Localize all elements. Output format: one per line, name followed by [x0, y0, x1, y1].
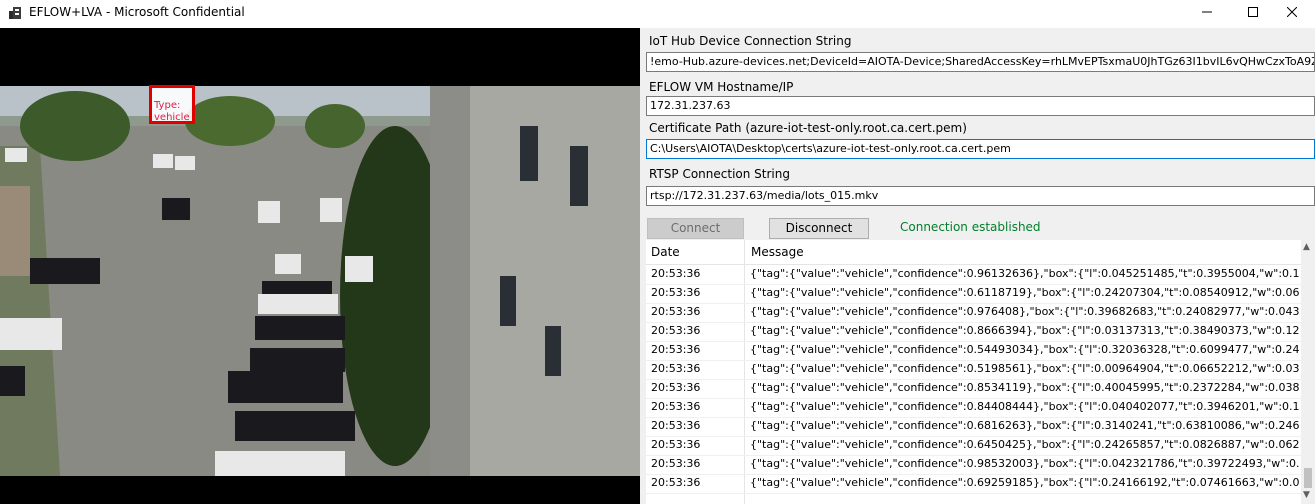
connection-status: Connection established: [900, 220, 1041, 234]
rtsp-connection-label: RTSP Connection String: [649, 167, 790, 181]
minimize-icon: [1202, 11, 1212, 13]
close-button[interactable]: [1269, 0, 1315, 24]
row-date: 20:53:36: [651, 343, 701, 356]
table-row[interactable]: 20:53:36 {"tag":{"value":"vehicle","confi…: [646, 379, 1301, 399]
table-row[interactable]: 20:53:36 {"tag":{"value":"vehicle","confi…: [646, 436, 1301, 456]
close-icon: [1287, 7, 1297, 17]
table-row[interactable]: 20:53:36 {"tag":{"value":"vehicle","confi…: [646, 398, 1301, 418]
minimize-button[interactable]: [1184, 0, 1230, 24]
rtsp-connection-input[interactable]: rtsp://172.31.237.63/media/lots_015.mkv: [646, 186, 1315, 206]
row-message: {"tag":{"value":"vehicle","confidence":0…: [750, 438, 1300, 451]
maximize-icon: [1248, 7, 1258, 17]
hostname-input[interactable]: 172.31.237.63: [646, 96, 1315, 116]
table-row[interactable]: 20:53:36 {"tag":{"value":"vehicle","confi…: [646, 417, 1301, 437]
row-date: 20:53:36: [651, 381, 701, 394]
row-date: 20:53:36: [651, 267, 701, 280]
row-message: {"tag":{"value":"vehicle","confidence":0…: [750, 381, 1300, 394]
window-title: EFLOW+LVA - Microsoft Confidential: [29, 5, 245, 19]
row-date: 20:53:36: [651, 457, 701, 470]
detection-label: Type: vehicle: [154, 100, 190, 123]
column-header-message[interactable]: Message: [751, 245, 804, 259]
row-message: {"tag":{"value":"vehicle","confidence":0…: [750, 286, 1300, 299]
table-row[interactable]: 20:53:36 {"tag":{"value":"vehicle","confi…: [646, 284, 1301, 304]
table-row[interactable]: 20:53:36 {"tag":{"value":"vehicle","confi…: [646, 341, 1301, 361]
table-row[interactable]: 20:53:36 {"tag":{"value":"vehicle","confi…: [646, 360, 1301, 380]
row-date: 20:53:36: [651, 438, 701, 451]
row-message: {"tag":{"value":"vehicle","confidence":0…: [750, 267, 1300, 280]
scroll-down-icon[interactable]: ▼: [1303, 490, 1310, 500]
title-bar: EFLOW+LVA - Microsoft Confidential: [0, 0, 1315, 26]
connect-button[interactable]: Connect: [647, 218, 744, 239]
disconnect-button[interactable]: Disconnect: [769, 218, 869, 239]
row-message: {"tag":{"value":"vehicle","confidence":0…: [750, 362, 1300, 375]
row-date: 20:53:36: [651, 324, 701, 337]
row-date: 20:53:36: [651, 305, 701, 318]
row-message: {"tag":{"value":"vehicle","confidence":0…: [750, 476, 1300, 489]
row-date: 20:53:36: [651, 400, 701, 413]
row-message: {"tag":{"value":"vehicle","confidence":0…: [750, 457, 1300, 470]
grid-vertical-scrollbar[interactable]: ▲ ▼: [1301, 240, 1315, 504]
scroll-up-icon[interactable]: ▲: [1303, 242, 1310, 252]
table-row[interactable]: 20:53:36 {"tag":{"value":"vehicle","confi…: [646, 322, 1301, 342]
detection-box: Type: vehicle: [149, 85, 195, 124]
table-row[interactable]: 20:53:36 {"tag":{"value":"vehicle","confi…: [646, 474, 1301, 494]
scrollbar-thumb[interactable]: [1304, 468, 1312, 488]
row-message: {"tag":{"value":"vehicle","confidence":0…: [750, 343, 1300, 356]
hostname-label: EFLOW VM Hostname/IP: [649, 80, 794, 94]
table-row[interactable]: 20:53:36 {"tag":{"value":"vehicle","confi…: [646, 455, 1301, 475]
row-message: {"tag":{"value":"vehicle","confidence":0…: [750, 324, 1300, 337]
table-row[interactable]: 20:53:36 {"tag":{"value":"vehicle","confi…: [646, 303, 1301, 323]
row-message: {"tag":{"value":"vehicle","confidence":0…: [750, 400, 1300, 413]
row-date: 20:53:36: [651, 476, 701, 489]
row-date: 20:53:36: [651, 419, 701, 432]
row-message: {"tag":{"value":"vehicle","confidence":0…: [750, 419, 1300, 432]
column-header-date[interactable]: Date: [651, 245, 680, 259]
iothub-connection-input[interactable]: !emo-Hub.azure-devices.net;DeviceId=AIOT…: [646, 52, 1315, 72]
row-date: 20:53:36: [651, 362, 701, 375]
message-grid[interactable]: Date Message 20:53:36 {"tag":{"value":"ve…: [646, 240, 1315, 504]
row-message: {"tag":{"value":"vehicle","confidence":0…: [750, 305, 1300, 318]
certificate-path-input[interactable]: C:\Users\AIOTA\Desktop\certs\azure-iot-t…: [646, 139, 1315, 159]
parking-lot-video-frame: [0, 86, 640, 476]
table-row[interactable]: 20:53:36 {"tag":{"value":"vehicle","confi…: [646, 265, 1301, 285]
certificate-path-label: Certificate Path (azure-iot-test-only.ro…: [649, 121, 967, 135]
app-icon: [9, 7, 21, 19]
video-player: Type: vehicle: [0, 28, 640, 504]
iothub-connection-label: IoT Hub Device Connection String: [649, 34, 852, 48]
row-date: 20:53:36: [651, 286, 701, 299]
